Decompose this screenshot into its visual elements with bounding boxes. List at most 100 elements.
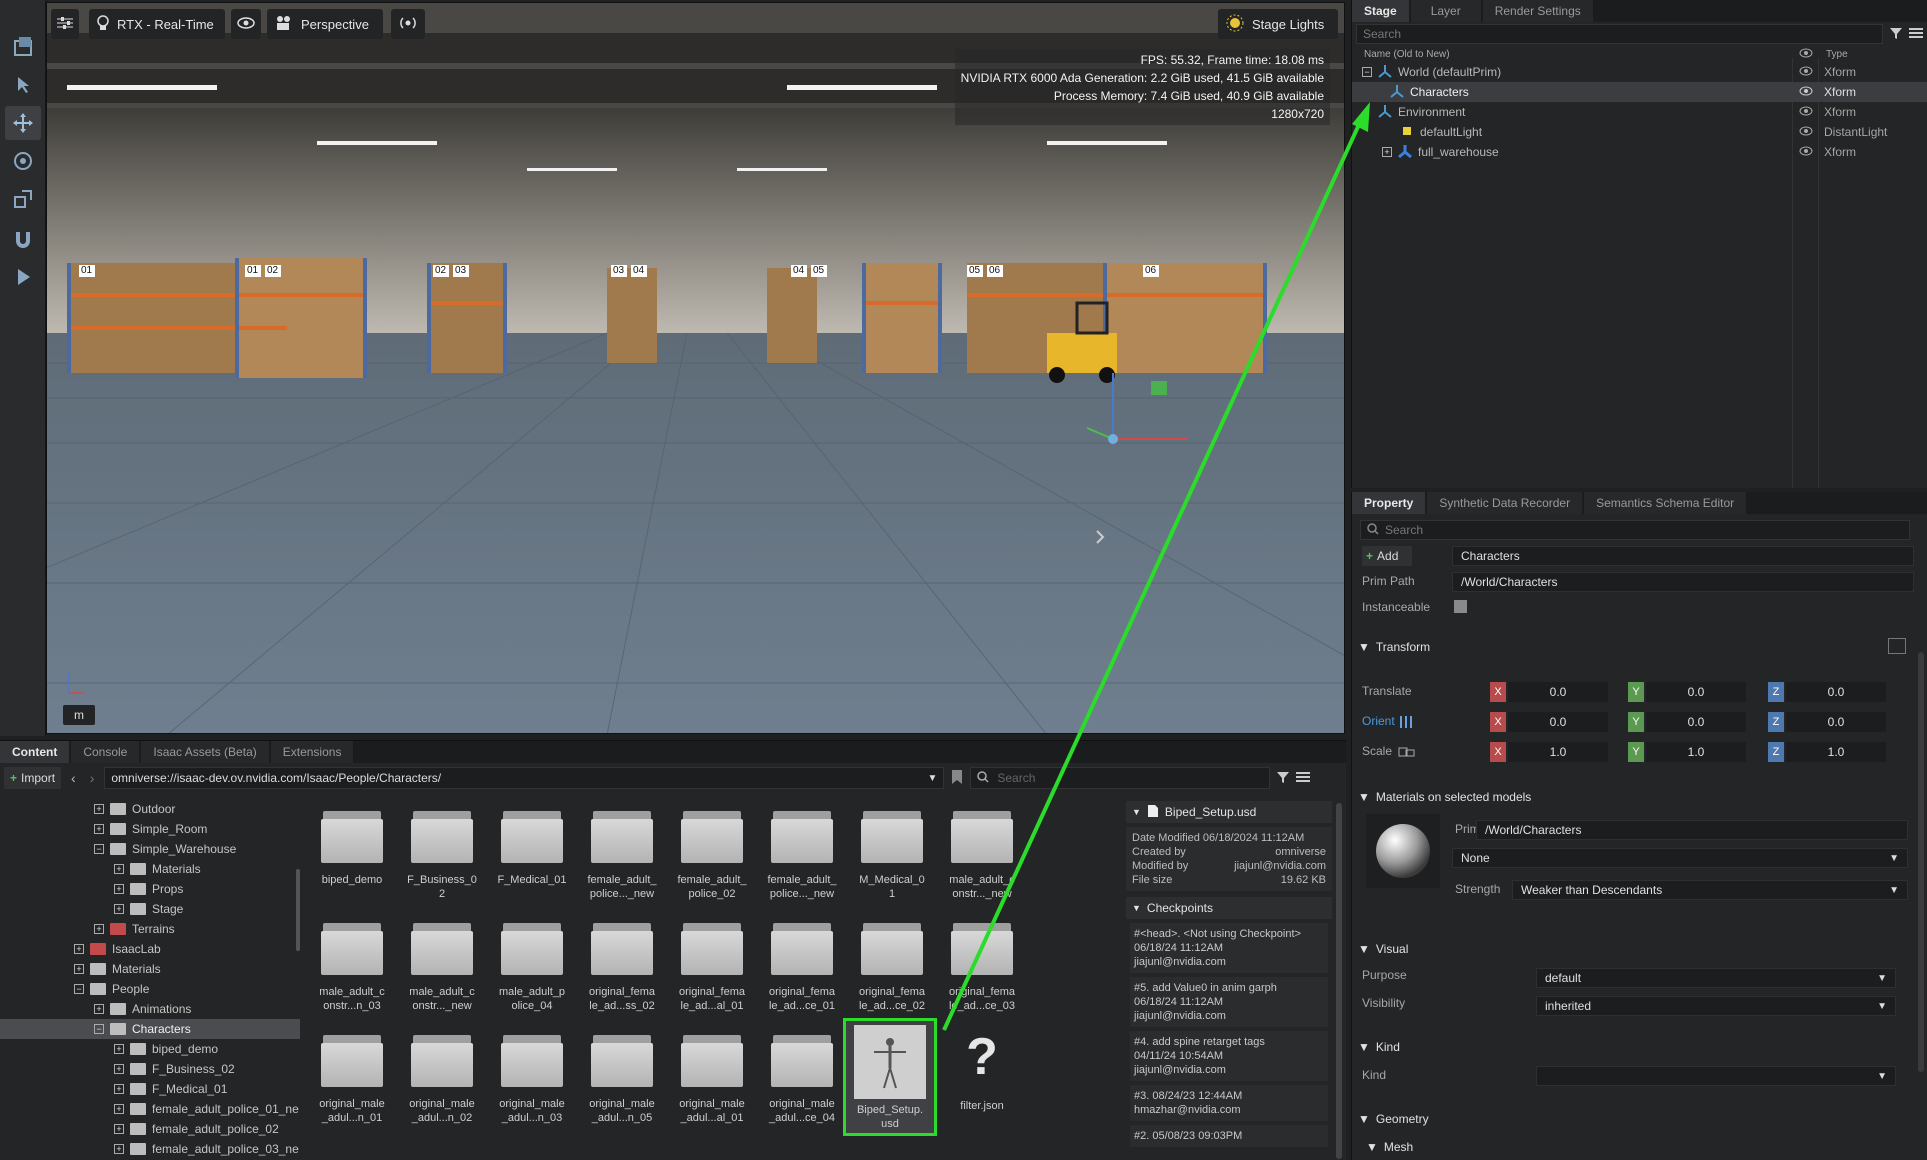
tree-item[interactable]: + Materials (0, 859, 300, 879)
tree-scrollbar[interactable] (296, 869, 300, 951)
snap-tool-icon[interactable] (5, 222, 41, 256)
stage-row-world[interactable]: − World (defaultPrim) Xform (1352, 62, 1927, 82)
stage-lights-menu[interactable]: Stage Lights (1218, 9, 1338, 39)
filter-icon[interactable] (1276, 770, 1290, 787)
expand-icon[interactable]: + (94, 924, 104, 934)
expand-icon[interactable]: + (114, 1064, 124, 1074)
eye-icon[interactable] (1799, 125, 1813, 139)
expand-icon[interactable]: + (94, 1004, 104, 1014)
expand-icon[interactable]: + (74, 944, 84, 954)
folder-tile[interactable]: male_adult_p olice_04 (488, 913, 576, 1019)
details-scrollbar[interactable] (1336, 803, 1342, 1159)
scale-z-field[interactable]: 1.0 (1786, 742, 1886, 762)
checkpoint-entry[interactable]: #3. 08/24/23 12:44AM hmazhar@nvidia.com (1130, 1085, 1328, 1121)
filter-icon[interactable] (1889, 26, 1903, 43)
visibility-menu[interactable] (231, 9, 261, 39)
tree-item[interactable]: + Terrains (0, 919, 300, 939)
tree-item[interactable]: + Animations (0, 999, 300, 1019)
tree-item[interactable]: − People (0, 979, 300, 999)
tab-isaac-assets[interactable]: Isaac Assets (Beta) (141, 741, 269, 763)
visibility-select[interactable]: inherited ▼ (1536, 996, 1896, 1016)
eye-icon[interactable] (1799, 105, 1813, 119)
expand-icon[interactable]: + (114, 1144, 124, 1154)
folder-tile[interactable]: original_male _adul...n_02 (398, 1025, 486, 1131)
expand-icon[interactable]: + (114, 904, 124, 914)
forward-icon[interactable]: › (86, 770, 99, 786)
checkpoint-entry[interactable]: #<head>. <Not using Checkpoint> 06/18/24 … (1130, 923, 1328, 973)
tab-render-settings[interactable]: Render Settings (1482, 0, 1593, 22)
rotate-tool-icon[interactable] (5, 144, 41, 178)
folder-tile[interactable]: original_male _adul...n_01 (308, 1025, 396, 1131)
menu-icon[interactable] (1909, 27, 1923, 42)
folder-tile[interactable]: original_male _adul...n_03 (488, 1025, 576, 1131)
instanceable-checkbox[interactable] (1454, 600, 1467, 613)
folder-tile[interactable]: original_male _adul...ce_04 (758, 1025, 846, 1131)
expand-icon[interactable]: + (114, 864, 124, 874)
expand-icon[interactable]: + (114, 1084, 124, 1094)
stage-row-characters[interactable]: Characters Xform (1352, 82, 1927, 102)
translate-z-field[interactable]: 0.0 (1786, 682, 1886, 702)
tab-console[interactable]: Console (71, 741, 140, 763)
folder-tile[interactable]: original_fema le_ad...ce_02 (848, 913, 936, 1019)
broadcast-menu[interactable] (391, 9, 425, 39)
materials-section-header[interactable]: ▼ Materials on selected models (1358, 790, 1531, 804)
add-button[interactable]: + Add (1362, 546, 1412, 566)
tree-item[interactable]: + Props (0, 879, 300, 899)
tree-item[interactable]: + IsaacLab (0, 939, 300, 959)
translate-y-field[interactable]: 0.0 (1646, 682, 1746, 702)
scale-x-field[interactable]: 1.0 (1508, 742, 1608, 762)
name-field[interactable]: Characters (1452, 546, 1914, 566)
move-tool-icon[interactable] (5, 106, 41, 140)
orient-z-field[interactable]: 0.0 (1786, 712, 1886, 732)
folder-tile[interactable]: original_male _adul...al_01 (668, 1025, 756, 1131)
expand-icon[interactable]: + (1382, 147, 1392, 157)
stage-row-full-warehouse[interactable]: + full_warehouse Xform (1352, 142, 1927, 162)
eye-icon[interactable] (1799, 85, 1813, 99)
json-file-tile[interactable]: ? filter.json (938, 1025, 1026, 1131)
menu-icon[interactable] (1296, 771, 1311, 786)
expand-icon[interactable]: + (114, 1104, 124, 1114)
folder-tile[interactable]: original_fema le_ad...ce_01 (758, 913, 846, 1019)
folder-tile[interactable]: original_fema le_ad...al_01 (668, 913, 756, 1019)
import-button[interactable]: + Import (4, 767, 62, 789)
expand-icon[interactable]: + (114, 1044, 124, 1054)
checkpoints-header[interactable]: ▼ Checkpoints (1126, 897, 1332, 919)
kind-select[interactable]: ▼ (1536, 1066, 1896, 1086)
prim-path-field[interactable]: /World/Characters (1452, 572, 1914, 592)
tab-extensions[interactable]: Extensions (270, 741, 354, 763)
folder-tile[interactable]: female_adult_ police..._new (758, 801, 846, 907)
col-name-label[interactable]: Name (Old to New) (1364, 49, 1450, 60)
selected-usd-tile[interactable]: Biped_Setup. usd (843, 1018, 937, 1136)
folder-tile[interactable]: male_adult_c onstr..._new (398, 913, 486, 1019)
folder-tile[interactable]: female_adult_ police_02 (668, 801, 756, 907)
material-select[interactable]: None ▼ (1452, 848, 1908, 868)
material-prim-field[interactable]: /World/Characters (1476, 820, 1908, 840)
property-scrollbar[interactable] (1918, 652, 1924, 1072)
folder-tile[interactable]: female_adult_ police..._new (578, 801, 666, 907)
collapse-icon[interactable]: − (94, 1024, 104, 1034)
collapse-icon[interactable]: − (1362, 67, 1372, 77)
checkpoint-entry[interactable]: #4. add spine retarget tags 04/11/24 10:5… (1130, 1031, 1328, 1081)
eye-icon[interactable] (1799, 145, 1813, 159)
tree-item[interactable]: + female_adult_police_02 (0, 1119, 300, 1139)
collapse-arrow-icon[interactable]: ▼ (1132, 807, 1141, 817)
folder-tile[interactable]: original_male _adul...n_05 (578, 1025, 666, 1131)
folder-tile[interactable]: biped_demo (308, 801, 396, 907)
purpose-select[interactable]: default ▼ (1536, 968, 1896, 988)
col-type-label[interactable]: Type (1826, 49, 1848, 60)
path-field[interactable]: omniverse://isaac-dev.ov.nvidia.com/Isaa… (104, 767, 945, 789)
play-icon[interactable] (5, 260, 41, 294)
content-search-input[interactable]: Search (970, 767, 1271, 789)
stage-search-input[interactable]: Search (1356, 24, 1883, 44)
tree-item[interactable]: + Outdoor (0, 799, 300, 819)
folder-tile[interactable]: M_Medical_0 1 (848, 801, 936, 907)
tree-item[interactable]: + female_adult_police_03_ne (0, 1139, 300, 1159)
renderer-menu[interactable]: RTX - Real-Time (89, 9, 225, 39)
expand-icon[interactable]: + (114, 1124, 124, 1134)
folder-tile[interactable]: male_adult_c onstr..._new (938, 801, 1026, 907)
select-mode-icon[interactable] (5, 30, 41, 64)
tab-property[interactable]: Property (1352, 492, 1426, 514)
folder-tile[interactable]: F_Medical_01 (488, 801, 576, 907)
expand-icon[interactable]: + (74, 964, 84, 974)
transform-section-header[interactable]: ▼ Transform (1358, 640, 1430, 654)
